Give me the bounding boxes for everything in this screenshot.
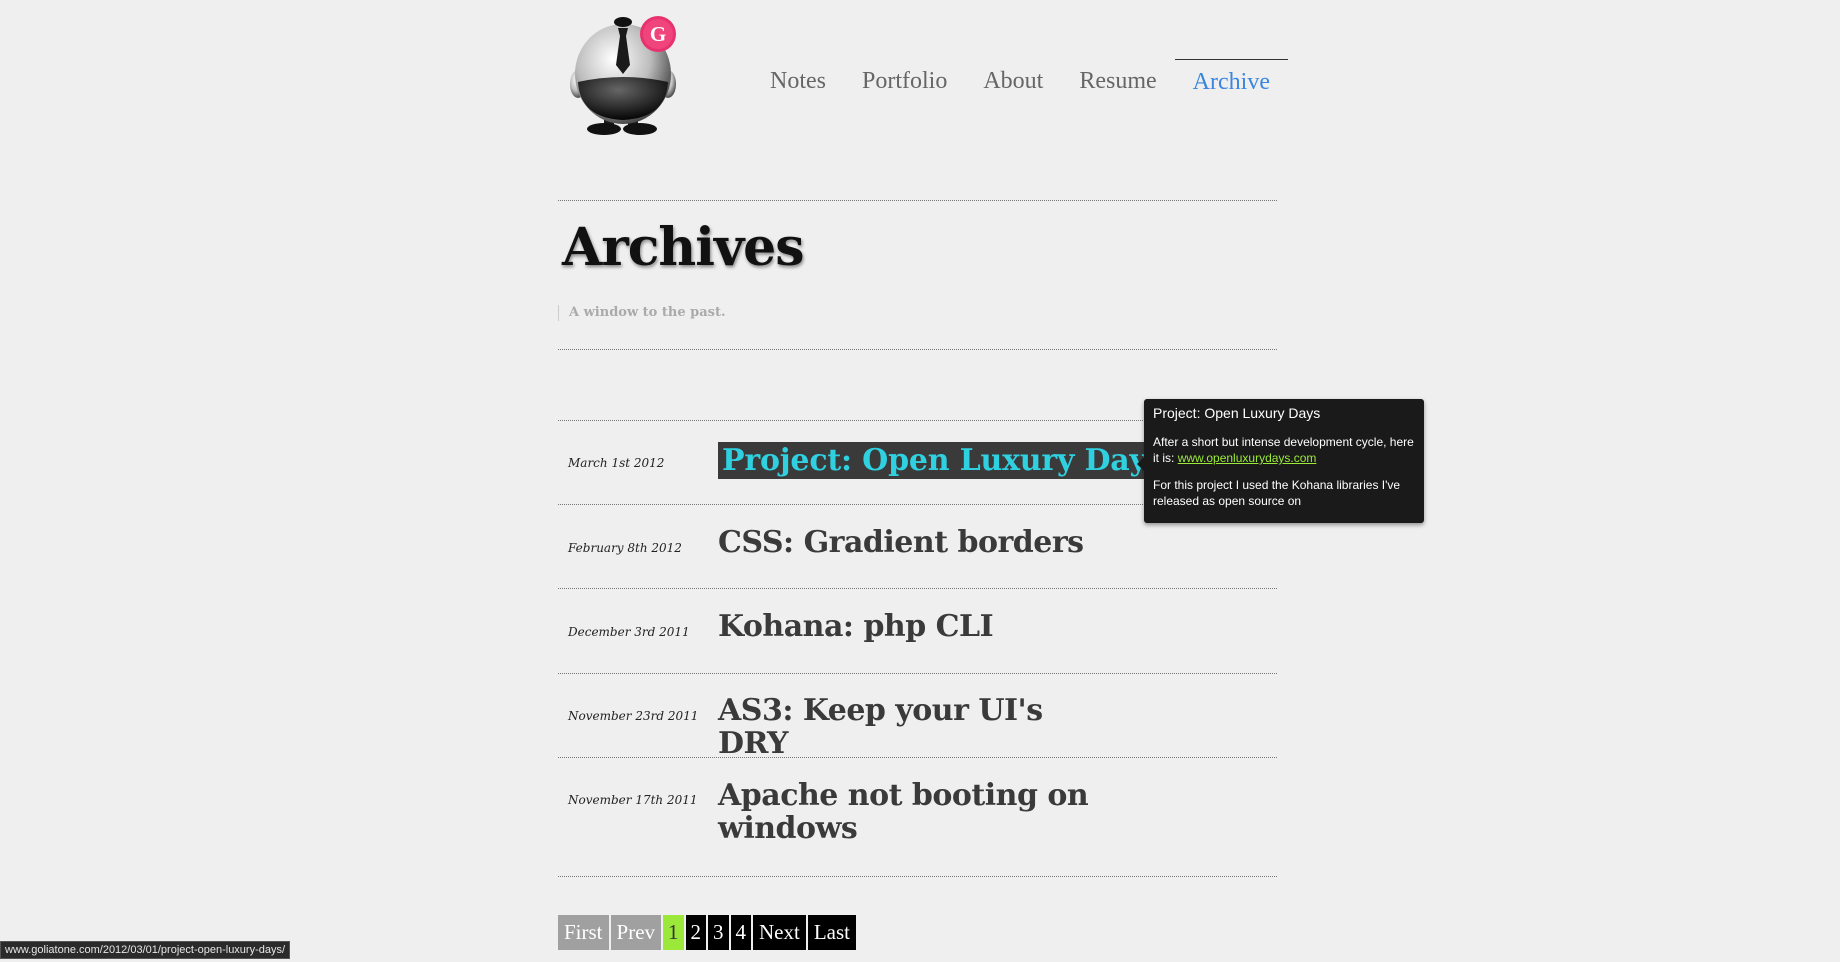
archive-entry-date: November 17th 2011 (568, 793, 698, 807)
nav-item-about[interactable]: About (965, 60, 1061, 96)
header-divider-top (558, 200, 1277, 201)
pagination-page-2[interactable]: 2 (685, 915, 707, 950)
tooltip-link[interactable]: www.openluxurydays.com (1178, 451, 1317, 465)
archive-entry-title-link[interactable]: CSS: Gradient borders (718, 526, 1118, 559)
tooltip-paragraph: After a short but intense development cy… (1153, 434, 1415, 466)
pagination-last-button[interactable]: Last (807, 915, 856, 950)
archive-entry: December 3rd 2011 Kohana: php CLI (558, 588, 1277, 672)
page: G Notes Portfolio About Resume Archive A… (0, 0, 1840, 962)
main-nav: Notes Portfolio About Resume Archive (770, 59, 1288, 96)
archive-entry-title-link[interactable]: Apache not booting on windows (718, 779, 1098, 845)
archive-entry-title-link[interactable]: AS3: Keep your UI's DRY (718, 694, 1118, 760)
archive-entry: November 17th 2011 Apache not booting on… (558, 757, 1277, 877)
nav-item-portfolio[interactable]: Portfolio (844, 60, 965, 96)
list-divider (558, 876, 1277, 877)
pagination-next-button[interactable]: Next (753, 915, 806, 950)
nav-item-archive[interactable]: Archive (1174, 59, 1288, 96)
archive-entry-title-link[interactable]: Kohana: php CLI (718, 610, 1118, 643)
archive-entry-date: March 1st 2012 (568, 456, 665, 470)
pagination-page-3[interactable]: 3 (708, 915, 729, 950)
archive-entry: November 23rd 2011 AS3: Keep your UI's D… (558, 673, 1277, 760)
pagination-prev-button[interactable]: Prev (610, 915, 662, 950)
pagination-page-4[interactable]: 4 (730, 915, 752, 950)
archive-entry-title-link[interactable]: Project: Open Luxury Days (718, 442, 1168, 479)
page-subtitle: A window to the past. (558, 305, 726, 321)
pagination: First Prev 1 2 3 4 Next Last (558, 915, 856, 950)
preview-tooltip: Project: Open Luxury Days After a short … (1137, 399, 1424, 523)
page-title: Archives (562, 217, 805, 278)
archive-entry-date: February 8th 2012 (568, 541, 682, 555)
tooltip-title: Project: Open Luxury Days (1153, 405, 1321, 421)
browser-status-url: www.goliatone.com/2012/03/01/project-ope… (0, 941, 291, 959)
nav-item-resume[interactable]: Resume (1061, 60, 1174, 96)
archive-entry-date: December 3rd 2011 (568, 625, 690, 639)
logo-badge-letter: G (650, 22, 666, 46)
nav-item-notes[interactable]: Notes (770, 60, 844, 96)
site-logo[interactable]: G (566, 10, 681, 138)
header-divider-bottom (558, 349, 1277, 350)
archive-entry-date: November 23rd 2011 (568, 709, 699, 723)
pagination-first-button[interactable]: First (558, 915, 609, 950)
tooltip-paragraph-2: For this project I used the Kohana libra… (1153, 478, 1401, 508)
pagination-page-1[interactable]: 1 (663, 915, 684, 950)
